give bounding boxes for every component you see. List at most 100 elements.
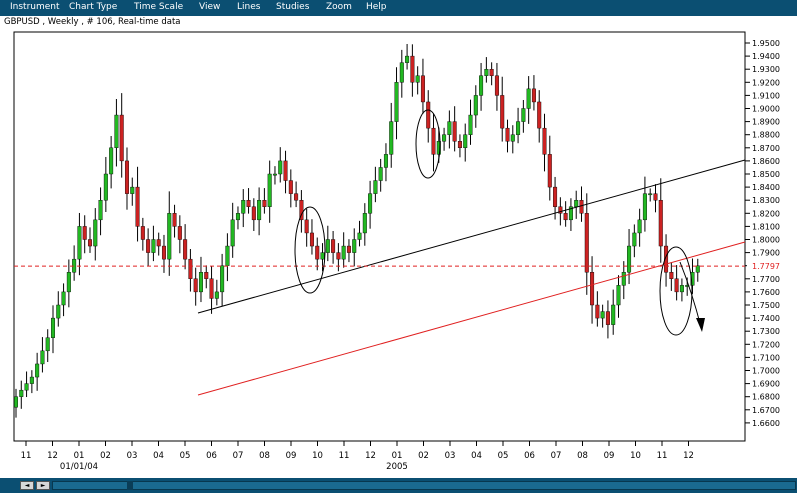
candle-body [362,213,367,234]
x-tick-label: 08 [577,451,588,461]
candle-body [214,291,219,299]
candle-body [114,114,119,149]
candle-body [40,350,45,365]
candle-body [394,82,399,122]
candle-body [262,199,267,207]
candle-body [605,311,610,325]
candle-body [66,272,71,293]
y-tick-label: 1.6900 [752,380,780,389]
x-tick-label: 06 [524,451,535,461]
candle-body [124,160,129,194]
candle-body [642,193,647,221]
x-sublabel: 01/01/04 [60,462,98,472]
horizontal-scrollbar[interactable] [52,481,796,490]
candle-body [241,199,246,214]
candle-body [368,193,373,214]
y-tick-label: 1.8900 [752,118,780,127]
candle-body [98,199,103,221]
candle-body [669,272,674,279]
candle-body [500,95,505,129]
candle-body [251,206,256,221]
candle-body [346,245,351,253]
candle-body [616,285,621,306]
candle-body [489,68,494,76]
candle-body [257,199,262,221]
candle-body [278,160,283,175]
scrollbar-thumb[interactable] [127,481,133,490]
candle-body [505,127,510,142]
candle-body [151,239,156,253]
scroll-left-button[interactable]: ◄ [20,481,34,490]
candle-body [357,232,362,240]
x-tick-label: 12 [47,451,58,461]
candle-body [563,213,568,221]
candle-body [109,147,114,175]
y-tick-label: 1.8100 [752,222,780,231]
x-tick-label: 10 [312,451,323,461]
y-tick-label: 1.8200 [752,209,780,218]
candle-body [547,154,552,188]
candle-body [209,278,214,299]
candle-body [320,252,325,260]
candle-body [595,304,600,319]
candle-body [13,396,18,408]
candle-body [579,199,584,214]
candle-body [420,75,425,103]
candle-body [29,376,34,384]
candle-body [494,75,499,96]
y-tick-label: 1.6600 [752,419,780,428]
candle-body [637,219,642,234]
candle-body [24,383,29,391]
x-tick-label: 09 [286,451,297,461]
candle-body [56,304,61,319]
x-tick-label: 04 [471,451,482,461]
candle-body [161,245,166,260]
candle-body [468,114,473,135]
candle-body [621,272,626,286]
y-tick-label: 1.7100 [752,353,780,362]
x-sublabel: 2005 [386,462,408,472]
candle-body [674,278,679,293]
candle-body [553,186,558,207]
y-axis: 1.9500 1.9400 1.9300 1.9200 1.9100 1.9000 1.89… [745,39,780,428]
candle-body [695,265,700,273]
candle-body [235,213,240,221]
candle-body [156,239,161,247]
candle-body [331,239,336,253]
candle-body [600,311,605,319]
candle-body [87,239,92,247]
candle-body [119,114,124,162]
candle-body [19,389,24,397]
y-tick-label: 1.7900 [752,249,780,258]
x-tick-label: 01 [392,451,403,461]
candle-body [447,121,452,135]
candle-body [526,88,531,109]
y-tick-label: 1.9200 [752,78,780,87]
candle-body [177,226,182,240]
candle-body [373,180,378,194]
x-tick-label: 11 [339,451,350,461]
candle-body [632,232,637,247]
candle-body [315,245,320,260]
candle-body [653,193,658,201]
scroll-right-button[interactable]: ► [36,481,50,490]
y-tick-label: 1.7300 [752,327,780,336]
y-tick-label: 1.6800 [752,393,780,402]
candle-body [225,245,230,266]
y-tick-label: 1.8500 [752,170,780,179]
candle-body [679,285,684,293]
candle-body [399,62,404,83]
candle-body [479,75,484,96]
candle-body [426,101,431,129]
x-tick-label: 12 [683,451,694,461]
x-axis: 11 12 01 02 03 04 05 06 07 08 09 10 11 12 01 02 03 04 05 06… [21,441,694,472]
x-tick-label: 06 [206,451,217,461]
candle-body [410,55,415,83]
price-chart[interactable]: 1.9500 1.9400 1.9300 1.9200 1.9100 1.9000 1.89… [0,0,797,478]
candle-body [484,68,489,76]
candle-body [336,252,341,260]
candle-body [309,232,314,247]
y-tick-label: 1.9400 [752,52,780,61]
x-tick-label: 05 [498,451,509,461]
x-tick-label: 11 [657,451,668,461]
